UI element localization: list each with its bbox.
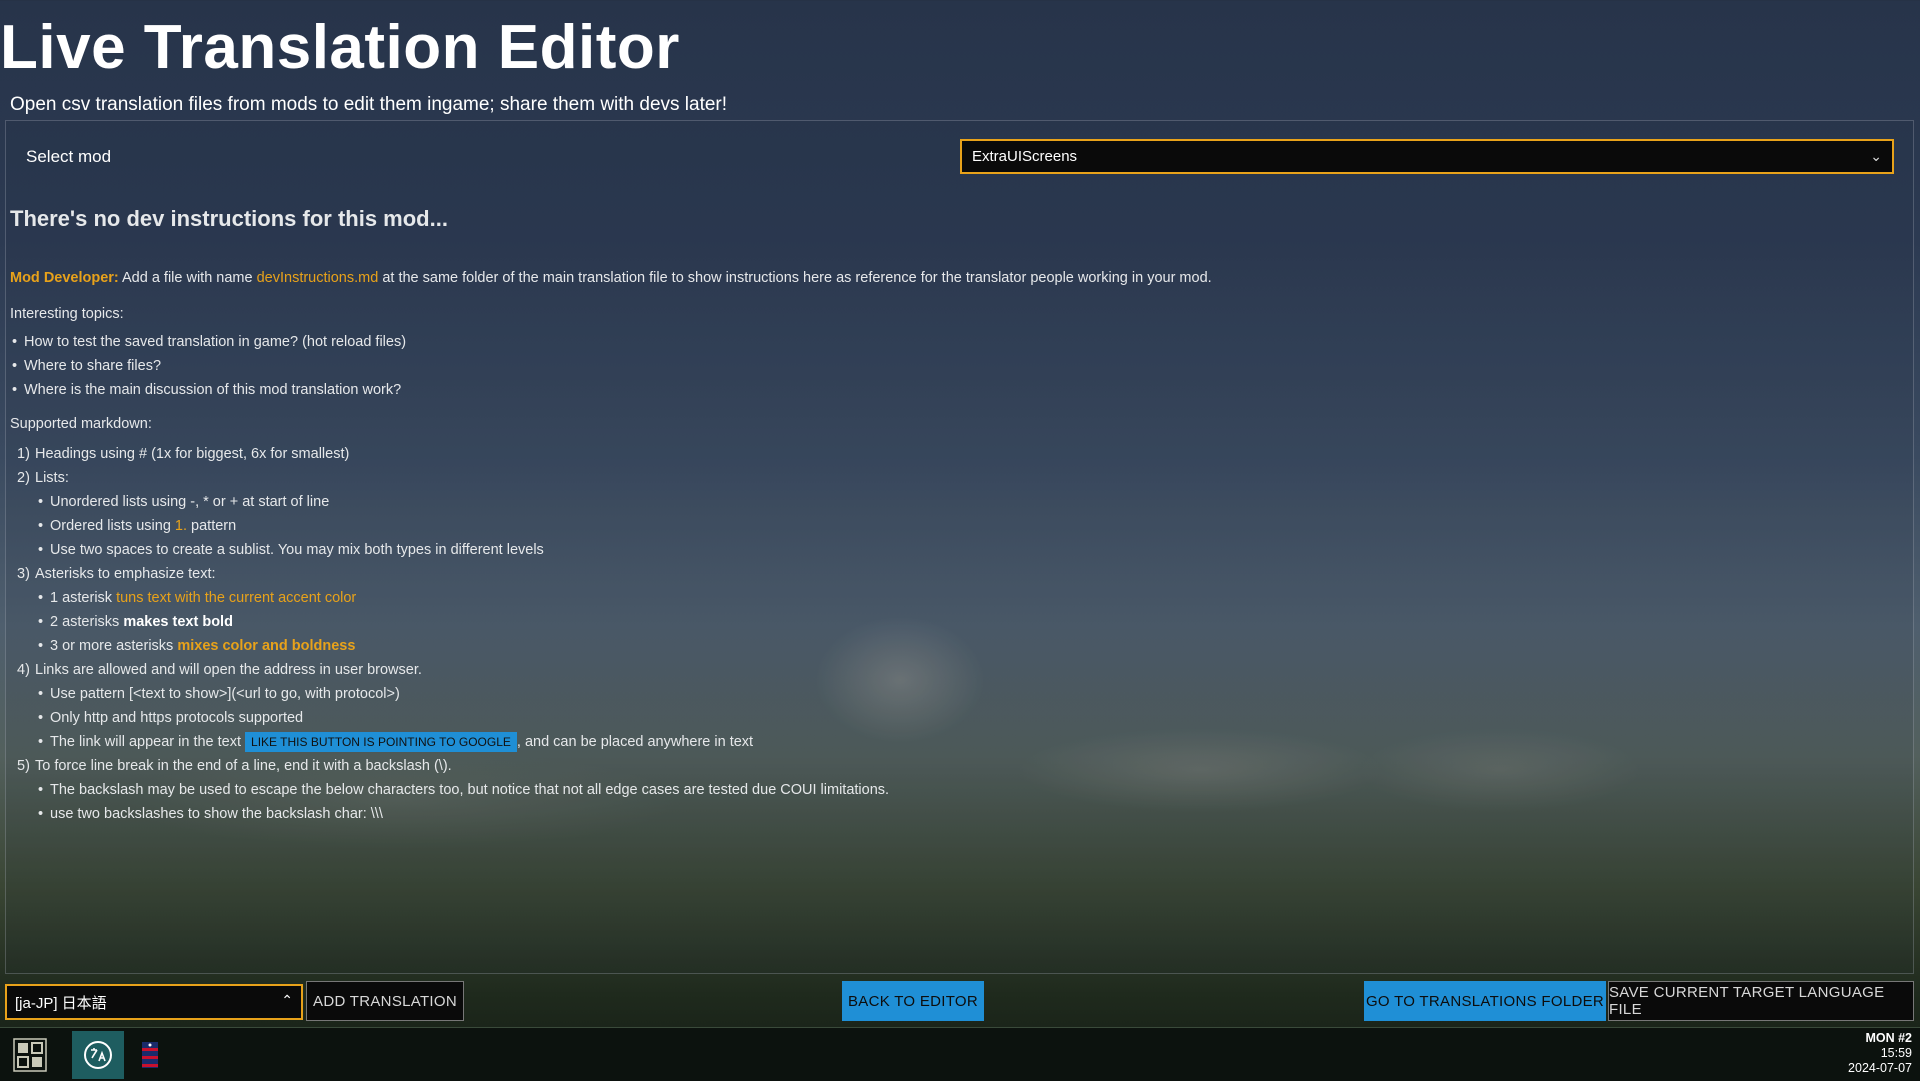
mod-select-dropdown[interactable]: ExtraUIScreens ⌄ (960, 139, 1894, 174)
md-item-text: Headings using # (1x for biggest, 6x for… (35, 446, 350, 462)
md-text: 1 asterisk (50, 590, 117, 606)
page-title: Live Translation Editor (0, 13, 680, 82)
md-item-text: Asterisks to emphasize text: (35, 566, 216, 582)
list-item: 4) Links are allowed and will open the ad… (17, 662, 422, 678)
list-item: Use pattern [<text to show>](<url to go,… (10, 682, 1890, 706)
sublist: Use pattern [<text to show>](<url to go,… (10, 682, 1890, 754)
select-mod-label: Select mod (26, 147, 112, 166)
sublist: 1 asterisk tuns text with the current ac… (10, 586, 1890, 658)
md-accent-bold-text: mixes color and boldness (177, 638, 356, 654)
list-item: 5) To force line break in the end of a li… (17, 758, 452, 774)
list-item: 2) Lists: (17, 470, 69, 486)
back-to-editor-button[interactable]: BACK TO EDITOR (842, 981, 984, 1021)
add-translation-button[interactable]: ADD TRANSLATION (306, 981, 464, 1021)
list-item: 1) Headings using # (1x for biggest, 6x f… (17, 446, 350, 462)
list-item: Ordered lists using 1. pattern (10, 514, 1890, 538)
md-text: The link will appear in the text (50, 734, 246, 750)
sublist: The backslash may be used to escape the … (10, 778, 1890, 826)
language-select-value: [ja-JP] 日本語 (15, 994, 107, 1012)
google-link-button[interactable]: LIKE THIS BUTTON IS POINTING TO GOOGLE (245, 732, 517, 753)
instructions-content: There's no dev instructions for this mod… (10, 206, 1890, 826)
sublist: Unordered lists using -, * or + at start… (10, 490, 1890, 562)
dev-text-1: Add a file with name (118, 270, 257, 286)
md-text: 3 or more asterisks (50, 638, 178, 654)
md-text: Ordered lists using (50, 518, 175, 534)
md-item-text: Lists: (35, 470, 69, 486)
flag-icon[interactable] (126, 1031, 174, 1079)
list-item: 1 asterisk tuns text with the current ac… (10, 586, 1890, 610)
translate-icon[interactable] (72, 1031, 124, 1079)
list-item: Use two spaces to create a sublist. You … (10, 538, 1890, 562)
clock-date: 2024-07-07 (1848, 1061, 1912, 1075)
list-item: 3 or more asterisks mixes color and bold… (10, 634, 1890, 658)
list-item: Use pattern [<text to show>](<url to go,… (10, 682, 1890, 754)
list-item: How to test the saved translation in gam… (10, 330, 1890, 354)
list-item: The link will appear in the text LIKE TH… (10, 730, 1890, 754)
markdown-list: 1) Headings using # (1x for biggest, 6x f… (10, 442, 1890, 826)
list-item: Unordered lists using -, * or + at start… (10, 490, 1890, 514)
chevron-down-icon: ⌄ (1870, 148, 1882, 164)
clock-day: MON #2 (1865, 1031, 1912, 1045)
md-accent-text: tuns text with the current accent color (116, 590, 357, 606)
list-item: 1 asterisk tuns text with the current ac… (10, 586, 1890, 658)
dev-note: Mod Developer: Add a file with name devI… (10, 268, 1890, 288)
dev-text-2: at the same folder of the main translati… (378, 270, 1212, 286)
md-bold-text: makes text bold (123, 614, 233, 630)
list-item: Where is the main discussion of this mod… (10, 378, 1890, 402)
dev-prefix: Mod Developer: (10, 270, 119, 286)
md-item-text: To force line break in the end of a line… (35, 758, 452, 774)
instructions-heading: There's no dev instructions for this mod… (10, 206, 448, 231)
topics-label: Interesting topics: (10, 306, 124, 322)
page-subtitle: Open csv translation files from mods to … (10, 94, 728, 115)
list-item: Unordered lists using -, * or + at start… (10, 490, 1890, 562)
save-language-file-button[interactable]: SAVE CURRENT TARGET LANGUAGE FILE (1608, 981, 1914, 1021)
go-to-translations-folder-button[interactable]: GO TO TRANSLATIONS FOLDER (1364, 981, 1606, 1021)
md-accent-text: 1. (174, 518, 188, 534)
language-select-dropdown[interactable]: [ja-JP] 日本語 ⌃ (5, 984, 303, 1020)
md-text: 2 asterisks (50, 614, 124, 630)
game-clock: MON #2 15:59 2024-07-07 (1842, 1031, 1912, 1076)
list-item: Only http and https protocols supported (10, 706, 1890, 730)
list-item: Where to share files? (10, 354, 1890, 378)
dev-file-name: devInstructions.md (256, 270, 379, 286)
taskbar (0, 1027, 1920, 1081)
chevron-up-icon: ⌃ (281, 992, 293, 1008)
md-text: , and can be placed anywhere in text (516, 734, 754, 750)
clock-time: 15:59 (1880, 1046, 1912, 1060)
markdown-label: Supported markdown: (10, 416, 152, 432)
list-item: The backslash may be used to escape the … (10, 778, 1890, 802)
topics-list: How to test the saved translation in gam… (10, 330, 1890, 402)
md-item-text: Links are allowed and will open the addr… (35, 662, 422, 678)
list-item: 2 asterisks makes text bold (10, 610, 1890, 634)
list-item: use two backslashes to show the backslas… (10, 802, 1890, 826)
list-item: The backslash may be used to escape the … (10, 778, 1890, 826)
mod-select-value: ExtraUIScreens (972, 148, 1078, 165)
md-text: pattern (187, 518, 237, 534)
list-item: 3) Asterisks to emphasize text: (17, 566, 216, 582)
app-logo-icon[interactable] (6, 1031, 54, 1079)
